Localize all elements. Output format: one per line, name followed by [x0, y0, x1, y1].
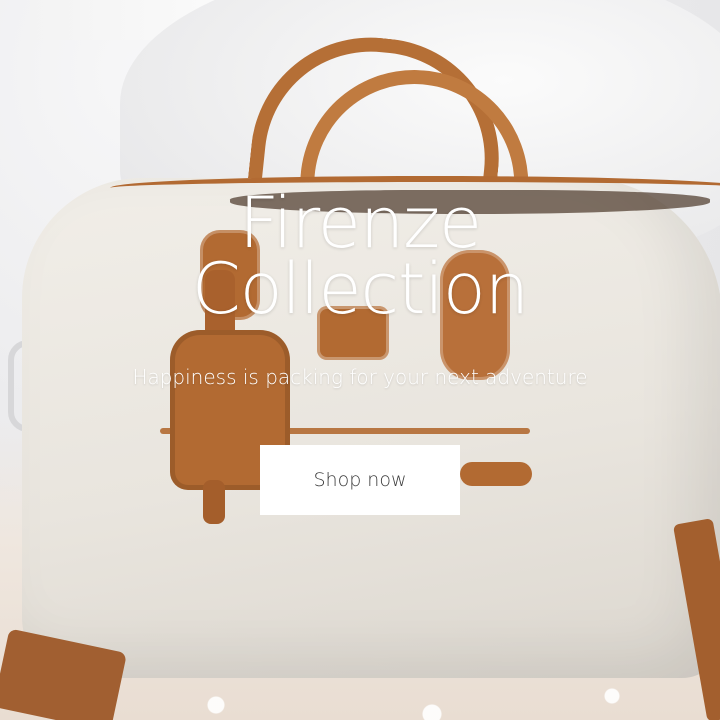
hero-overlay: Firenze Collection Happiness is packing … — [0, 0, 720, 720]
shop-now-button[interactable]: Shop now — [260, 445, 460, 515]
hero-subtitle: Happiness is packing for your next adven… — [132, 365, 588, 389]
hero-banner: Firenze Collection Happiness is packing … — [0, 0, 720, 720]
hero-title-line-2: Collection — [191, 248, 529, 330]
hero-title: Firenze Collection — [0, 188, 720, 324]
